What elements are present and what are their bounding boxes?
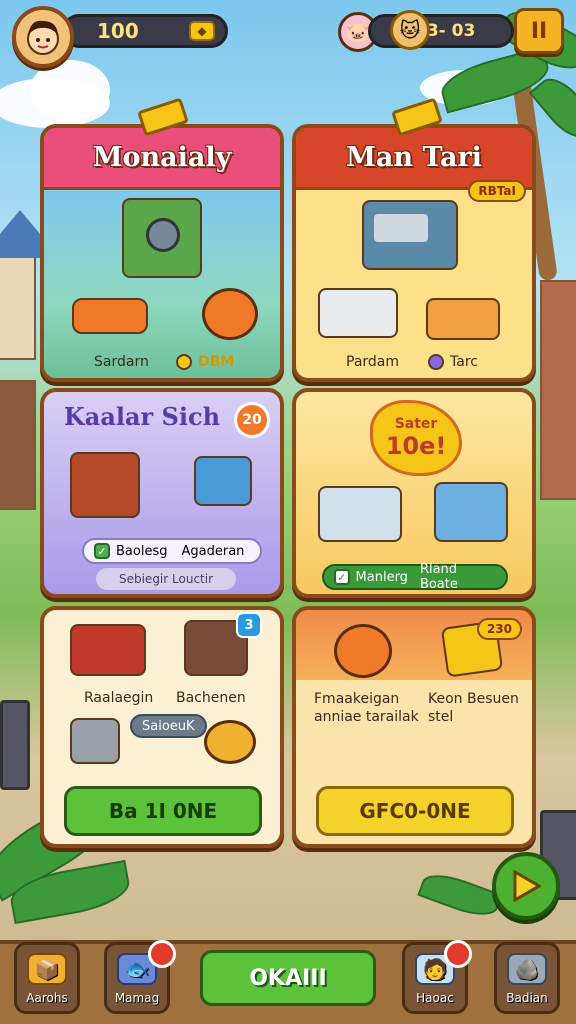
card-title: Monaialy (44, 128, 280, 190)
photo-icon (318, 486, 402, 542)
computer-icon (194, 456, 252, 506)
corner-tag: RBTaI (468, 180, 526, 202)
card-value: Tarc (450, 354, 478, 370)
wagon-icon (70, 624, 146, 676)
chip-label: Manlerg (355, 569, 408, 585)
machine-icon (122, 198, 202, 278)
chip-label: Baolesg (116, 543, 168, 559)
house (0, 250, 36, 360)
chip-label: Rland Boate (419, 562, 458, 592)
nav-label: Aarohs (26, 991, 68, 1005)
card-value: DBM (198, 354, 235, 370)
nav-item-aarohs[interactable]: 📦 Aarohs (14, 942, 80, 1014)
play-icon (513, 870, 541, 902)
top-bar: 100 ◆ 🐷 73- 03 🐱 II (0, 0, 576, 68)
cloud (30, 60, 110, 120)
status-chip: ✓ Baolesg Agaderan (82, 538, 262, 564)
check-icon: ✓ (334, 569, 350, 585)
status-chip: ✓ Manlerg Rland Boate (322, 562, 508, 592)
nav-label: Mamag (114, 991, 160, 1005)
house (540, 280, 576, 500)
pause-icon: II (530, 18, 548, 44)
secondary-button[interactable]: GFC0-0NE (316, 786, 514, 836)
card-man-tari[interactable]: Man Tari RBTaI Pardam Tarc (292, 124, 536, 382)
nav-item-badian[interactable]: 🪨 Badian (494, 942, 560, 1014)
card-label: Raalaegin (84, 690, 154, 706)
card-text: Keon Besuen stel (428, 691, 519, 725)
card-raalaegin[interactable]: 3 Raalaegin Bachenen SaioeuK Ba 1I 0NE (40, 606, 284, 848)
card-fmaakeigan[interactable]: 230 Fmaakeigan anniae tarailak Keon Besu… (292, 606, 536, 848)
fox-icon (202, 288, 258, 340)
book-icon (434, 482, 508, 542)
house (0, 380, 36, 510)
card-kaalar-sich[interactable]: Kaalar Sich 20 ✓ Baolesg Agaderan Sebieg… (40, 388, 284, 598)
tag-chip: SaioeuK (130, 714, 207, 738)
card-label: Sardarn (94, 354, 149, 370)
notification-dot (148, 940, 176, 968)
primary-button[interactable]: Ba 1I 0NE (64, 786, 262, 836)
check-icon: ✓ (94, 543, 110, 559)
burst-line1: Sater (394, 416, 438, 432)
car-icon (72, 298, 148, 334)
add-coins-icon[interactable]: ◆ (189, 21, 215, 41)
sub-chip: Sebiegir Louctir (96, 568, 236, 590)
cat-icon (204, 720, 256, 764)
cat-icon: 🐱 (390, 10, 430, 50)
laptop-icon (318, 288, 398, 338)
bottom-nav: 📦 Aarohs 🐟 Mamag OKAIII 🧑 Haoac 🪨 Badian (0, 940, 576, 1024)
pause-button[interactable]: II (514, 8, 564, 54)
card-label: Pardam (346, 354, 400, 370)
card-label: Bachenen (176, 690, 246, 706)
nav-label: Badian (506, 991, 548, 1005)
stone-icon: 🪨 (507, 953, 547, 985)
play-button[interactable] (492, 852, 560, 920)
card-sater[interactable]: Sater 10e! ✓ Manlerg Rland Boate (292, 388, 536, 598)
card-monaialy[interactable]: Monaialy Sardarn DBM (40, 124, 284, 382)
box-icon: 📦 (27, 953, 67, 985)
coin-counter: 100 ◆ (62, 14, 228, 48)
chip-label: Agaderan (181, 543, 245, 559)
nav-label: Haoac (416, 991, 454, 1005)
notification-dot (444, 940, 472, 968)
burst-badge: Sater 10e! (370, 400, 462, 476)
tool-icon (70, 718, 120, 764)
player-face-icon (27, 20, 59, 55)
fox-icon (334, 624, 392, 678)
card-text: Fmaakeigan anniae tarailak (314, 691, 419, 725)
count-badge: 20 (234, 402, 270, 438)
player-avatar[interactable] (12, 6, 74, 68)
count-badge: 230 (476, 618, 522, 640)
printer-icon (362, 200, 458, 270)
center-action-button[interactable]: OKAIII (200, 950, 376, 1006)
coin-count: 100 (97, 19, 139, 43)
gem-icon (428, 354, 444, 370)
burst-line2: 10e! (385, 432, 447, 460)
trash-bin (0, 700, 30, 790)
gem-icon (176, 354, 192, 370)
bush-leaf (417, 867, 503, 923)
count-badge: 3 (236, 612, 262, 638)
box-stack-icon (426, 298, 500, 340)
chest-icon (70, 452, 140, 518)
